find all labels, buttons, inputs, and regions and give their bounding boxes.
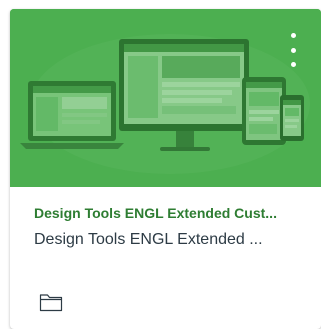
course-card-image[interactable] [10,9,321,187]
kebab-dot [290,62,296,67]
course-card[interactable]: Design Tools ENGL Extended Cust... Desig… [10,9,321,329]
course-title-link[interactable]: Design Tools ENGL Extended Cust... [34,205,309,221]
kebab-menu-icon[interactable] [282,31,304,67]
devices-illustration [10,9,321,187]
folder-icon[interactable] [39,292,65,312]
course-subtitle: Design Tools ENGL Extended ... [34,231,263,248]
kebab-dot [290,47,296,53]
kebab-dot [290,33,296,38]
